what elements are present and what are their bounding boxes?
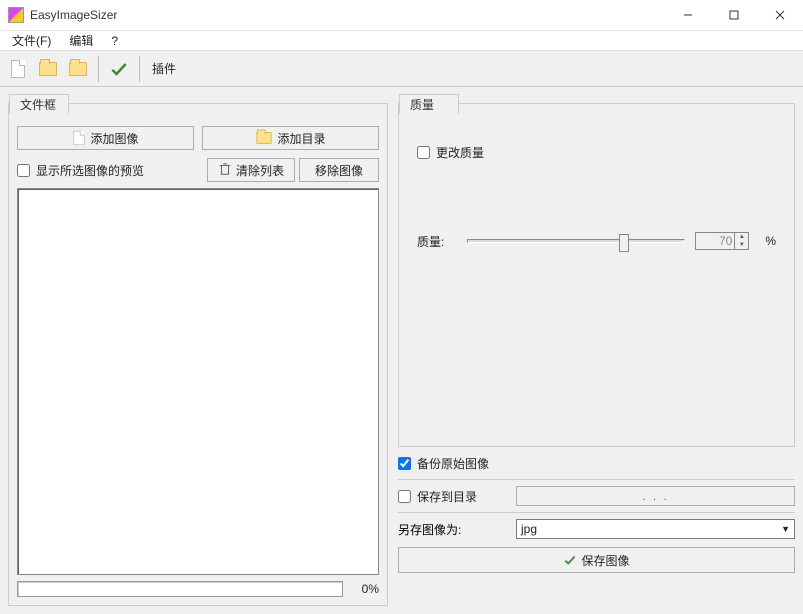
show-preview-input[interactable]: [17, 164, 30, 177]
backup-original-checkbox[interactable]: 备份原始图像: [398, 455, 489, 472]
trash-icon: [218, 162, 232, 179]
clear-list-button[interactable]: 清除列表: [207, 158, 295, 182]
save-image-button[interactable]: 保存图像: [398, 547, 795, 573]
filebox-group-title: 文件框: [9, 94, 69, 114]
minimize-button[interactable]: [665, 0, 711, 30]
save-to-dir-checkbox[interactable]: 保存到目录: [398, 488, 508, 505]
add-directory-label: 添加目录: [277, 130, 325, 147]
directory-picker-button[interactable]: . . .: [516, 486, 795, 506]
main-area: 文件框 添加图像 添加目录 显示所选图像的预览: [0, 87, 803, 614]
quality-spinner[interactable]: ▲ ▼: [695, 232, 749, 250]
folder-icon: [69, 62, 87, 76]
quality-slider-thumb[interactable]: [619, 234, 629, 252]
folder-icon: [39, 62, 57, 76]
change-quality-input[interactable]: [417, 146, 430, 159]
toolbar-separator: [98, 56, 99, 82]
toolbar-separator: [139, 56, 140, 82]
close-button[interactable]: [757, 0, 803, 30]
toolbar-plugins-label: 插件: [152, 60, 176, 77]
file-icon: [74, 131, 85, 145]
remove-image-button[interactable]: 移除图像: [299, 158, 379, 182]
show-preview-checkbox[interactable]: 显示所选图像的预览: [17, 162, 144, 179]
save-as-label: 另存图像为:: [398, 521, 508, 538]
change-quality-label: 更改质量: [436, 144, 484, 161]
add-directory-button[interactable]: 添加目录: [202, 126, 379, 150]
quality-group: 质量 更改质量 质量: ▲ ▼: [398, 103, 795, 447]
check-icon: [563, 553, 577, 567]
remove-image-label: 移除图像: [315, 162, 363, 179]
save-to-dir-input[interactable]: [398, 490, 411, 503]
format-value: jpg: [521, 522, 537, 536]
backup-original-input[interactable]: [398, 457, 411, 470]
change-quality-checkbox[interactable]: 更改质量: [417, 144, 484, 161]
image-listbox[interactable]: [17, 188, 379, 575]
divider: [398, 512, 795, 513]
left-panel: 文件框 添加图像 添加目录 显示所选图像的预览: [8, 93, 388, 606]
add-image-button[interactable]: 添加图像: [17, 126, 194, 150]
filebox-group: 文件框 添加图像 添加目录 显示所选图像的预览: [8, 103, 388, 606]
format-select[interactable]: jpg ▼: [516, 519, 795, 539]
toolbar-folder2-button[interactable]: [64, 55, 92, 83]
folder-icon: [257, 132, 272, 144]
save-image-label: 保存图像: [581, 552, 629, 569]
quality-slider[interactable]: [467, 239, 685, 243]
progress-text: 0%: [351, 582, 379, 596]
add-image-label: 添加图像: [90, 130, 138, 147]
progress-bar: [17, 581, 343, 597]
spinner-up[interactable]: ▲: [735, 233, 748, 241]
right-panel: 质量 更改质量 质量: ▲ ▼: [398, 93, 795, 606]
clear-list-label: 清除列表: [236, 162, 284, 179]
title-bar: EasyImageSizer: [0, 0, 803, 31]
quality-label: 质量:: [417, 233, 457, 250]
chevron-down-icon: ▼: [781, 524, 790, 534]
toolbar-apply-button[interactable]: [105, 55, 133, 83]
spinner-down[interactable]: ▼: [735, 241, 748, 249]
menu-help[interactable]: ?: [103, 33, 126, 49]
file-icon: [11, 60, 25, 78]
menu-file[interactable]: 文件(F): [4, 31, 59, 50]
window-title: EasyImageSizer: [30, 8, 117, 22]
divider: [398, 479, 795, 480]
toolbar: 插件: [0, 51, 803, 87]
maximize-button[interactable]: [711, 0, 757, 30]
app-icon: [8, 7, 24, 23]
save-to-dir-label: 保存到目录: [417, 488, 477, 505]
quality-unit: %: [765, 234, 776, 248]
show-preview-label: 显示所选图像的预览: [36, 162, 144, 179]
directory-placeholder: . . .: [642, 489, 669, 503]
toolbar-folder1-button[interactable]: [34, 55, 62, 83]
toolbar-new-file-button[interactable]: [4, 55, 32, 83]
menu-bar: 文件(F) 编辑 ?: [0, 31, 803, 51]
menu-edit[interactable]: 编辑: [61, 31, 101, 50]
quality-tab[interactable]: 质量: [399, 94, 459, 114]
backup-original-label: 备份原始图像: [417, 455, 489, 472]
quality-value-input[interactable]: [695, 232, 735, 250]
